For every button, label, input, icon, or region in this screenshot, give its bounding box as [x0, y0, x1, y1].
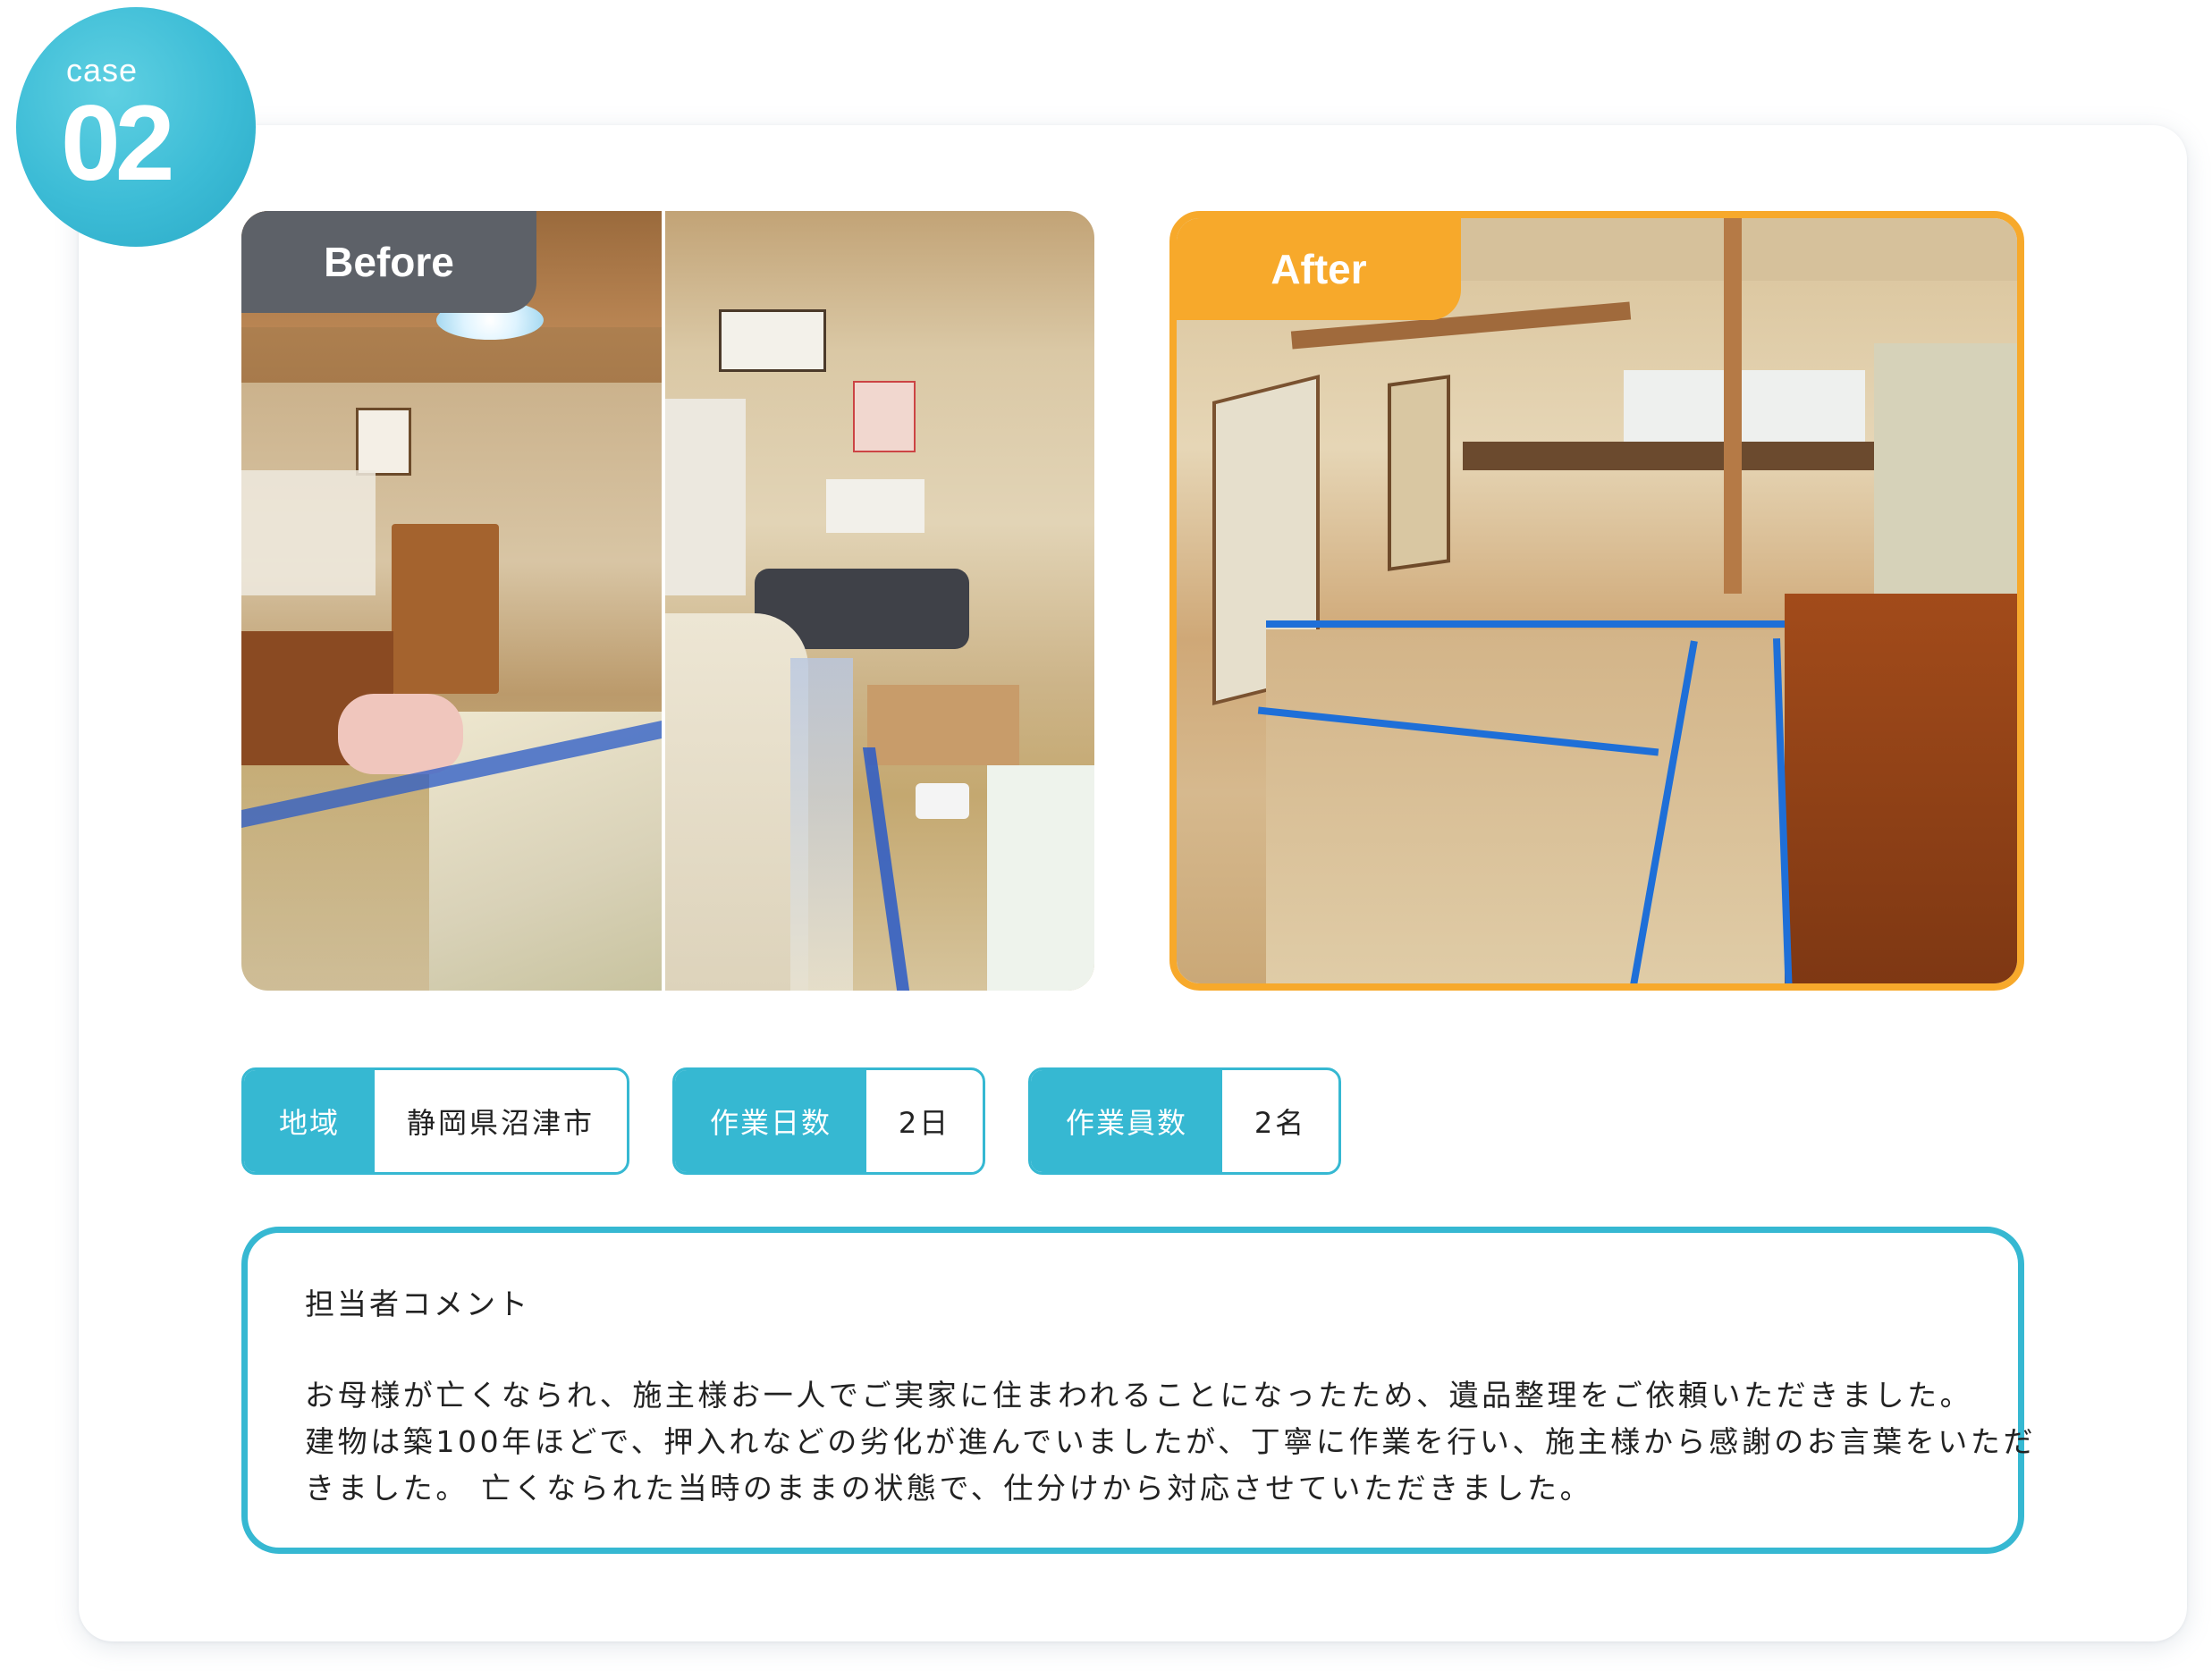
before-photo-left — [241, 211, 662, 991]
comment-line: 建物は築100年ほどで、押入れなどの劣化が進んでいましたが、丁寧に作業を行い、施… — [305, 1424, 2037, 1459]
work-days-chip: 作業日数 2日 — [672, 1067, 985, 1175]
region-label: 地域 — [244, 1070, 375, 1172]
before-photo-right — [665, 211, 1094, 991]
after-label: After — [1177, 218, 1461, 320]
case-badge: case 02 — [16, 7, 256, 247]
after-photo: After — [1169, 211, 2024, 991]
region-value: 静岡県沼津市 — [406, 1106, 595, 1140]
work-days-label: 作業日数 — [675, 1070, 866, 1172]
case-number: 02 — [61, 83, 175, 203]
comment-body: お母様が亡くなられ、施主様お一人でご実家に住まわれることになったため、遺品整理を… — [305, 1372, 2037, 1512]
staff-count-label: 作業員数 — [1031, 1070, 1222, 1172]
staff-comment-box: 担当者コメント お母様が亡くなられ、施主様お一人でご実家に住まわれることになった… — [241, 1227, 2037, 1554]
comment-title: 担当者コメント — [305, 1287, 530, 1321]
before-label: Before — [241, 211, 536, 313]
region-chip: 地域 静岡県沼津市 — [241, 1067, 629, 1175]
comment-line: きました。 亡くなられた当時のままの状態で、仕分けから対応させていただきました。 — [305, 1471, 1593, 1506]
staff-count-chip: 作業員数 2名 — [1028, 1067, 1341, 1175]
before-photo: Before — [241, 211, 1094, 991]
staff-count-value: 2名 — [1254, 1106, 1307, 1140]
after-photo-image — [1177, 218, 2017, 983]
comment-line: お母様が亡くなられ、施主様お一人でご実家に住まわれることになったため、遺品整理を… — [305, 1378, 1973, 1413]
work-days-value: 2日 — [898, 1106, 951, 1140]
page: case 02 Before After 地域 静岡県沼津市 作業日数 2日 作… — [0, 0, 2212, 1679]
